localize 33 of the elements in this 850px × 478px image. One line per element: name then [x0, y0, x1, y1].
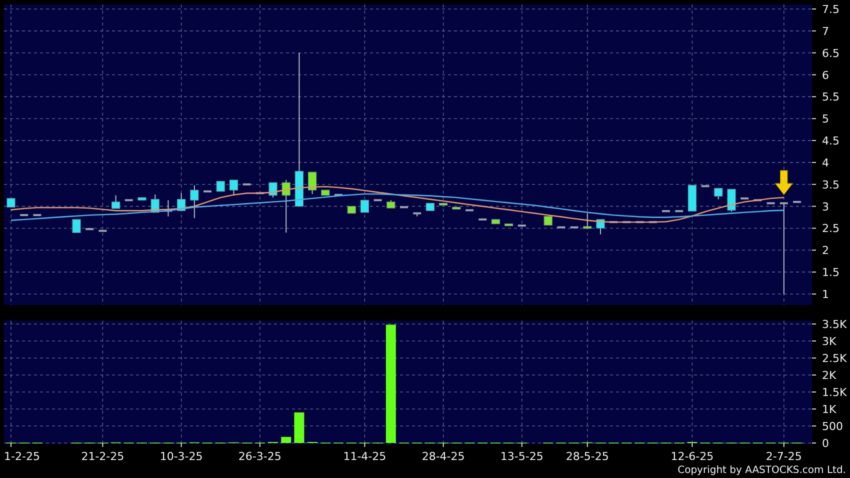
- axis-tick-label: 2K: [822, 369, 836, 382]
- axis-tick-label: 4.5: [822, 134, 840, 148]
- axis-tick-label: 3: [822, 200, 829, 214]
- axis-tick-label: 28-5-25: [566, 450, 609, 463]
- axis-tick-label: 4: [822, 156, 829, 170]
- axis-tick-label: 2.5K: [822, 352, 847, 365]
- axis-tick-label: 1.5: [822, 266, 840, 280]
- axis-tick-label: 5: [822, 112, 829, 126]
- axis-tick-label: 5.5: [822, 90, 840, 104]
- axis-tick-label: 0: [822, 437, 829, 450]
- axis-tick-label: 1: [822, 288, 829, 301]
- axis-tick-label: 7.5: [822, 3, 840, 16]
- axis-tick-label: 2-7-25: [766, 450, 802, 463]
- axis-tick-label: 6: [822, 68, 829, 82]
- axis-tick-label: 2.5: [822, 222, 840, 236]
- axis-tick-label: 13-5-25: [500, 450, 544, 463]
- axis-tick-label: 3K: [822, 335, 836, 348]
- axis-tick-label: 1K: [822, 403, 836, 416]
- axis-tick-label: 2: [822, 244, 829, 258]
- axis-tick-label: 21-2-25: [81, 450, 124, 463]
- axis-tick-label: 1-2-25: [4, 450, 40, 463]
- axis-tick-label: 12-6-25: [670, 450, 714, 463]
- axis-tick-label: 1.5K: [822, 386, 847, 399]
- axis-tick-label: 6.5: [822, 46, 840, 60]
- axis-tick-label: 3.5K: [822, 318, 847, 331]
- axis-tick-label: 28-4-25: [422, 450, 465, 463]
- axis-tick-label: 7: [822, 24, 829, 38]
- axis-tick-label: 11-4-25: [343, 450, 386, 463]
- axis-tick-label: 500: [822, 420, 843, 433]
- axis-tick-label: 3.5: [822, 178, 840, 192]
- axis-tick-label: 26-3-25: [238, 450, 282, 463]
- copyright-text: Copyright by AASTOCKS.com Ltd.: [678, 465, 846, 477]
- axis-tick-label: 10-3-25: [160, 450, 203, 463]
